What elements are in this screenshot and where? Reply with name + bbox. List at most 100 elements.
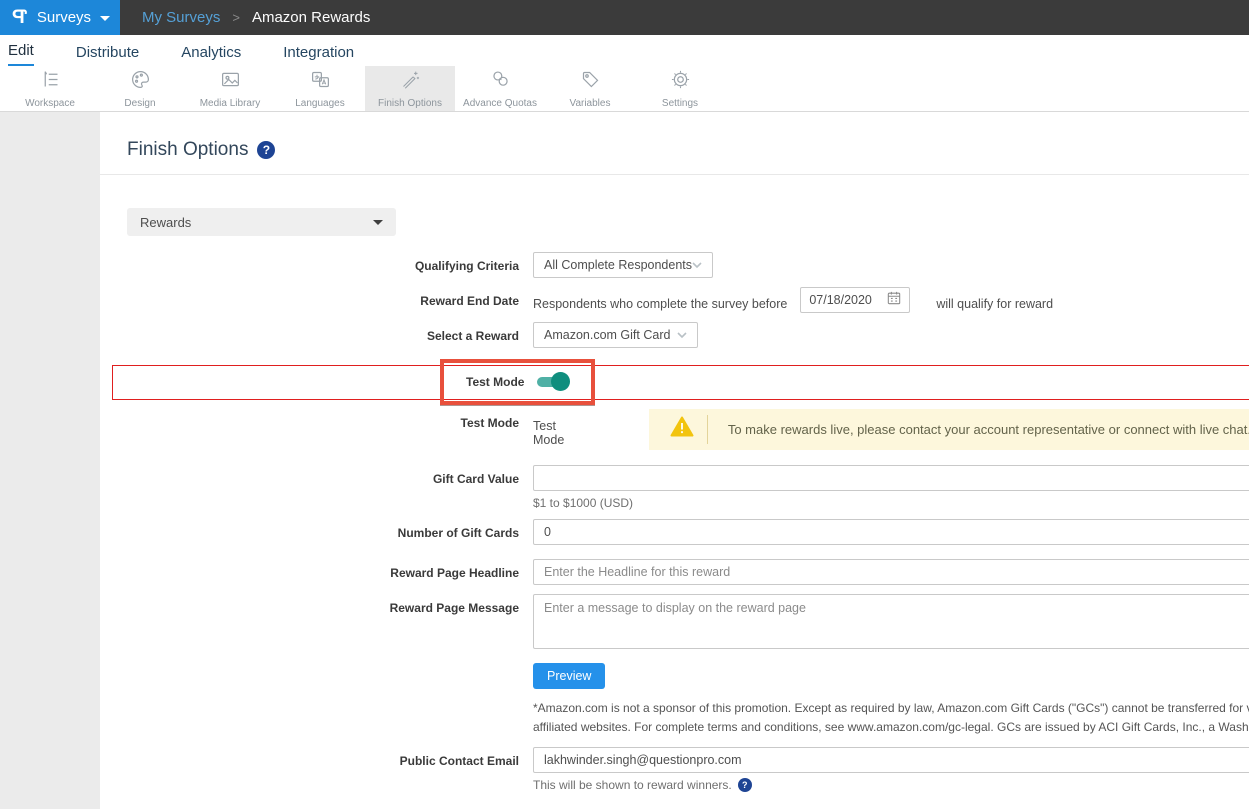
tab-edit[interactable]: Edit <box>8 38 34 66</box>
test-mode-toggle-row: Test Mode <box>100 357 1249 407</box>
toolbar-item-label: Variables <box>570 98 611 109</box>
toolbar-item-advance-quotas[interactable]: Advance Quotas <box>455 66 545 111</box>
select-reward-select[interactable]: Amazon.com Gift Card <box>533 322 698 348</box>
calendar-icon[interactable] <box>887 291 901 310</box>
public-contact-email-row: Public Contact Email <box>100 747 1249 773</box>
product-label: Surveys <box>37 9 91 26</box>
gift-card-value-label: Gift Card Value <box>100 465 519 486</box>
toolbar-item-label: Media Library <box>200 98 261 109</box>
reward-end-date-suffix: will qualify for reward <box>936 290 1053 311</box>
top-bar: Ƥ Surveys My Surveys > Amazon Rewards <box>0 0 1249 35</box>
warning-divider <box>707 415 708 444</box>
reward-end-date-field <box>800 287 910 313</box>
reward-end-date-prefix: Respondents who complete the survey befo… <box>533 290 787 311</box>
tab-analytics[interactable]: Analytics <box>181 40 241 66</box>
reward-page-message-label: Reward Page Message <box>100 594 519 615</box>
toggle-knob <box>551 372 570 391</box>
advance-quotas-icon <box>490 69 511 95</box>
page-body: Finish Options ? Rewards Qualifying Crit… <box>0 112 1249 809</box>
breadcrumb: My Surveys > Amazon Rewards <box>142 0 370 35</box>
select-reward-row: Select a Reward Amazon.com Gift Card <box>100 322 1249 348</box>
test-mode-warning-banner: To make rewards live, please contact you… <box>649 409 1249 450</box>
public-contact-email-input[interactable] <box>533 747 1249 773</box>
tab-integration[interactable]: Integration <box>283 40 354 66</box>
qualifying-criteria-row: Qualifying Criteria All Complete Respond… <box>100 252 1249 278</box>
chevron-down-icon <box>692 260 702 270</box>
qualifying-criteria-select[interactable]: All Complete Respondents <box>533 252 713 278</box>
test-mode-toggle-label: Test Mode <box>466 375 524 389</box>
annotation-thin-red-rectangle <box>112 365 1249 400</box>
design-icon <box>130 69 151 95</box>
finish-option-type-select[interactable]: Rewards <box>127 208 396 236</box>
reward-page-message-row: Reward Page Message <box>100 594 1249 649</box>
preview-button[interactable]: Preview <box>533 663 605 689</box>
gift-card-value-helper: $1 to $1000 (USD) <box>533 496 1249 510</box>
reward-page-headline-label: Reward Page Headline <box>100 559 519 580</box>
chevron-down-icon <box>677 330 687 340</box>
questionpro-logo-icon: Ƥ <box>12 7 27 29</box>
public-contact-email-helper: This will be shown to reward winners. <box>533 778 732 792</box>
toolbar-item-label: Finish Options <box>378 98 442 109</box>
warning-triangle-icon <box>669 415 695 444</box>
page-title: Finish Options <box>127 139 248 161</box>
public-contact-email-label: Public Contact Email <box>100 747 519 768</box>
surveys-menu-button[interactable]: Ƥ Surveys <box>0 0 120 35</box>
select-reward-label: Select a Reward <box>100 322 519 343</box>
disclaimer-line-1: *Amazon.com is not a sponsor of this pro… <box>533 699 1249 718</box>
test-mode-status-label: Test Mode <box>100 409 519 430</box>
reward-end-date-label: Reward End Date <box>100 287 519 308</box>
reward-page-message-textarea[interactable] <box>533 594 1249 649</box>
toolbar-item-variables[interactable]: Variables <box>545 66 635 111</box>
finish-options-panel: Finish Options ? Rewards Qualifying Crit… <box>100 112 1249 809</box>
toolbar-item-workspace[interactable]: Workspace <box>5 66 95 111</box>
settings-icon <box>670 69 691 95</box>
qualifying-criteria-value: All Complete Respondents <box>544 258 692 272</box>
test-mode-status-row: Test Mode Test Mode To make rewards live… <box>100 409 1249 450</box>
workspace-icon <box>40 69 61 95</box>
edit-toolbar: Workspace Design Media Library Languages… <box>0 66 1249 112</box>
breadcrumb-my-surveys[interactable]: My Surveys <box>142 9 220 26</box>
toolbar-item-label: Workspace <box>25 98 75 109</box>
toolbar-item-design[interactable]: Design <box>95 66 185 111</box>
finish-option-type-value: Rewards <box>140 215 191 230</box>
disclaimer-line-2: affiliated websites. For complete terms … <box>533 718 1249 737</box>
rewards-form: Qualifying Criteria All Complete Respond… <box>100 252 1249 809</box>
variables-icon <box>580 69 601 95</box>
languages-icon <box>310 69 331 95</box>
tab-distribute[interactable]: Distribute <box>76 40 139 66</box>
toolbar-item-label: Languages <box>295 98 345 109</box>
toolbar-item-label: Settings <box>662 98 698 109</box>
toolbar-item-label: Advance Quotas <box>463 98 537 109</box>
qualifying-criteria-label: Qualifying Criteria <box>100 252 519 273</box>
amazon-disclaimer: *Amazon.com is not a sponsor of this pro… <box>533 699 1249 737</box>
select-reward-value: Amazon.com Gift Card <box>544 328 670 342</box>
toolbar-item-label: Design <box>124 98 155 109</box>
reward-end-date-input[interactable] <box>809 293 881 307</box>
page-title-row: Finish Options ? <box>100 112 1249 175</box>
media-library-icon <box>220 69 241 95</box>
toolbar-item-finish-options[interactable]: Finish Options <box>365 66 455 111</box>
survey-nav-tabs: Edit Distribute Analytics Integration <box>0 35 1249 66</box>
chevron-down-icon <box>100 16 110 21</box>
reward-page-headline-row: Reward Page Headline <box>100 559 1249 585</box>
public-contact-email-helper-row: This will be shown to reward winners. ? <box>533 778 1249 792</box>
annotation-highlight-box: Test Mode <box>440 359 595 405</box>
warning-message: To make rewards live, please contact you… <box>728 422 1249 437</box>
number-of-gift-cards-input[interactable] <box>533 519 1249 545</box>
gift-card-value-row: Gift Card Value <box>100 465 1249 491</box>
left-gutter <box>0 112 100 809</box>
gift-card-value-input[interactable] <box>533 465 1249 491</box>
finish-options-icon <box>400 69 421 95</box>
toolbar-item-languages[interactable]: Languages <box>275 66 365 111</box>
reward-page-headline-input[interactable] <box>533 559 1249 585</box>
email-help-icon[interactable]: ? <box>738 778 752 792</box>
breadcrumb-current-survey: Amazon Rewards <box>252 9 370 26</box>
page-help-icon[interactable]: ? <box>257 141 275 159</box>
number-of-gift-cards-row: Number of Gift Cards <box>100 519 1249 545</box>
breadcrumb-separator: > <box>232 10 240 25</box>
toolbar-item-settings[interactable]: Settings <box>635 66 725 111</box>
test-mode-toggle[interactable] <box>537 377 567 387</box>
test-mode-status-value: Test Mode <box>533 412 589 447</box>
toolbar-item-media-library[interactable]: Media Library <box>185 66 275 111</box>
reward-end-date-row: Reward End Date Respondents who complete… <box>100 287 1249 313</box>
